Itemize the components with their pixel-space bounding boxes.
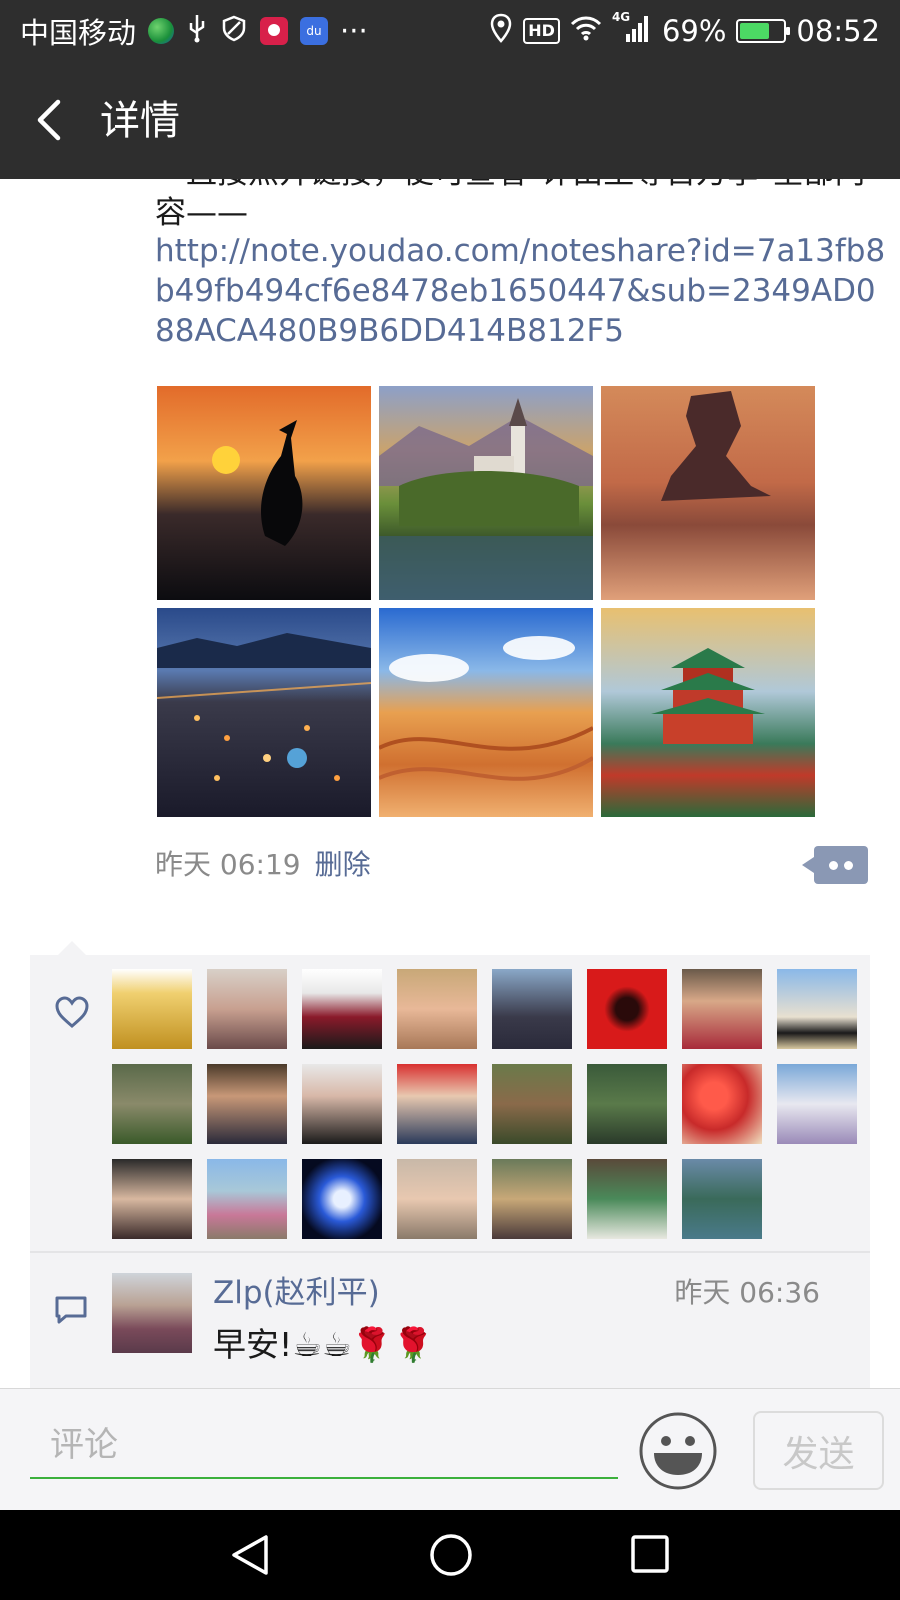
send-button[interactable]: 发送 <box>753 1411 884 1490</box>
liker-avatars <box>112 969 857 1239</box>
nav-recent-button[interactable] <box>630 1534 670 1574</box>
panel-divider <box>30 1251 870 1253</box>
emoji-button[interactable] <box>638 1411 718 1491</box>
liker-avatar[interactable] <box>112 1064 192 1144</box>
city-lights-shape <box>157 633 371 781</box>
post-time: 昨天 06:19 <box>155 848 301 881</box>
photo-sea-rock[interactable] <box>601 386 815 600</box>
liker-avatar[interactable] <box>112 969 192 1049</box>
rock-shape <box>661 391 771 501</box>
commenter-avatar[interactable] <box>112 1273 192 1353</box>
crane-silhouette <box>260 420 303 546</box>
likes-comments-panel: Zlp(赵利平) 昨天 06:36 早安!☕☕🌹🌹 <box>30 941 870 1388</box>
comment-time: 昨天 06:36 <box>674 1276 820 1309</box>
liker-avatar[interactable] <box>207 1064 287 1144</box>
liker-avatar[interactable] <box>397 1159 477 1239</box>
heart-icon <box>55 996 89 1028</box>
moment-detail-content[interactable]: 一直接点开链接，便可查看"评由至尊百万享"全部内容—— http://note.… <box>0 179 900 1388</box>
liker-avatar[interactable] <box>207 969 287 1049</box>
liker-avatar[interactable] <box>777 1064 857 1144</box>
baidu-app-icon: du <box>300 17 329 45</box>
status-bar-left: 中国移动 du ··· <box>20 12 368 50</box>
liker-avatar[interactable] <box>682 969 762 1049</box>
comment-icon <box>55 1296 87 1324</box>
post-text: 一直接点开链接，便可查看"评由至尊百万享"全部内容—— <box>155 179 866 231</box>
more-actions-button[interactable] <box>802 846 868 884</box>
location-icon <box>489 13 513 50</box>
commenter-name[interactable]: Zlp(赵利平) <box>213 1273 380 1313</box>
liker-avatar[interactable] <box>397 969 477 1049</box>
home-circle-icon <box>430 1534 472 1576</box>
liker-avatar[interactable] <box>207 1159 287 1239</box>
page-title: 详情 <box>100 98 180 144</box>
carrier-label: 中国移动 <box>20 16 137 50</box>
post-meta: 昨天 06:19 删除 <box>155 847 371 883</box>
globe-icon <box>148 18 175 44</box>
liker-avatar[interactable] <box>587 1064 667 1144</box>
church-island-shape <box>379 398 593 600</box>
comment-input[interactable] <box>30 1413 618 1479</box>
photo-pavilion[interactable] <box>601 608 815 817</box>
dot-icon <box>829 861 838 870</box>
liker-avatar[interactable] <box>302 1064 382 1144</box>
video-app-icon <box>260 17 289 45</box>
status-bar: 中国移动 du ··· HD 4G 69% 08:52 <box>0 0 900 62</box>
app-header: 详情 <box>0 62 900 179</box>
smiley-icon <box>639 1412 717 1490</box>
sandstone-shape <box>379 636 593 781</box>
liker-avatar[interactable] <box>587 969 667 1049</box>
nav-back-button[interactable] <box>228 1532 274 1578</box>
liker-avatar[interactable] <box>397 1064 477 1144</box>
post-link[interactable]: http://note.youdao.com/noteshare?id=7a13… <box>155 231 895 351</box>
system-nav-bar <box>0 1510 900 1600</box>
shield-icon <box>220 14 248 49</box>
signal-icon: 4G <box>612 10 652 49</box>
battery-icon <box>736 19 791 43</box>
liker-avatar[interactable] <box>587 1159 667 1239</box>
liker-avatar[interactable] <box>302 969 382 1049</box>
pavilion-shape <box>651 648 765 744</box>
delete-link[interactable]: 删除 <box>315 848 371 881</box>
chevron-left-icon <box>37 99 61 141</box>
clock: 08:52 <box>796 14 880 48</box>
liker-avatar[interactable] <box>492 969 572 1049</box>
comment-text[interactable]: 早安!☕☕🌹🌹 <box>213 1323 434 1367</box>
wifi-icon <box>570 14 602 48</box>
photo-city-night[interactable] <box>157 608 371 817</box>
photo-sandstone-waves[interactable] <box>379 608 593 817</box>
photo-lake-church[interactable] <box>379 386 593 600</box>
comment-input-bar: 发送 <box>0 1388 900 1510</box>
network-type-label: 4G <box>611 9 631 24</box>
liker-avatar[interactable] <box>302 1159 382 1239</box>
status-bar-right: HD 4G 69% 08:52 <box>489 10 880 50</box>
recent-square-icon <box>631 1535 669 1573</box>
liker-avatar[interactable] <box>112 1159 192 1239</box>
battery-percent: 69% <box>661 14 727 48</box>
liker-avatar[interactable] <box>492 1064 572 1144</box>
battery-fill <box>740 23 770 39</box>
usb-icon <box>186 13 208 50</box>
liker-avatar[interactable] <box>492 1159 572 1239</box>
back-triangle-icon <box>232 1535 268 1575</box>
photo-grid <box>157 386 815 817</box>
back-button[interactable] <box>26 92 76 148</box>
hd-badge: HD <box>523 18 560 44</box>
liker-avatar[interactable] <box>777 969 857 1049</box>
more-notifications-indicator: ··· <box>340 14 368 48</box>
dot-icon <box>844 861 853 870</box>
nav-home-button[interactable] <box>428 1532 474 1578</box>
liker-avatar[interactable] <box>682 1159 762 1239</box>
liker-avatar[interactable] <box>682 1064 762 1144</box>
photo-crane-sunset[interactable] <box>157 386 371 600</box>
